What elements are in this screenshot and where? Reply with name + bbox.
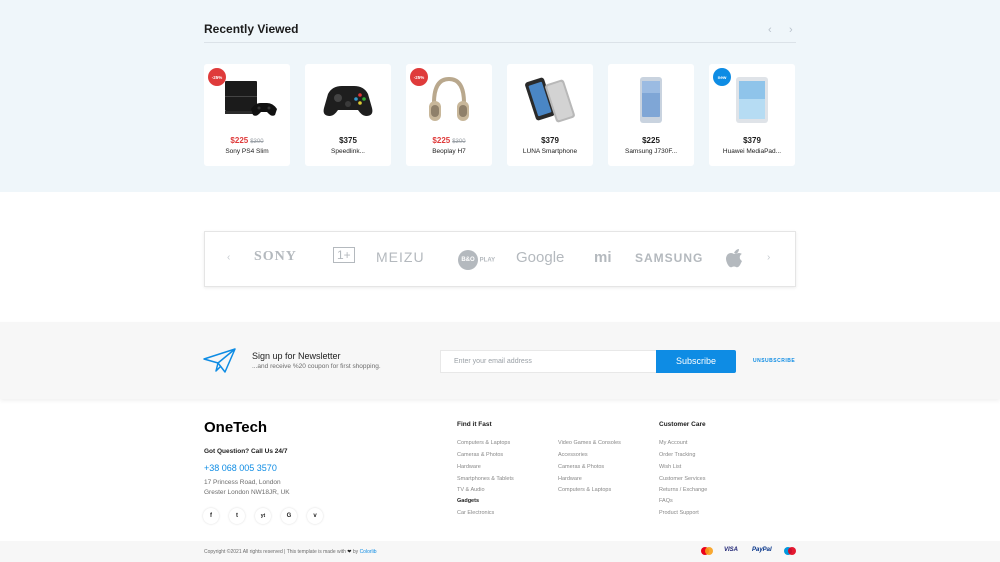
- discount-badge: -25%: [208, 68, 226, 86]
- paypal-icon: PayPal: [752, 547, 772, 553]
- footer-link[interactable]: Computers & Laptops: [457, 440, 510, 446]
- address-line: Grester London NW18JR, UK: [204, 489, 290, 496]
- footer-link[interactable]: Hardware: [457, 464, 481, 470]
- contact-question: Got Question? Call Us 24/7: [204, 448, 288, 455]
- find-it-fast-title: Find it Fast: [457, 421, 492, 428]
- customer-care-title: Customer Care: [659, 421, 706, 428]
- section-title: Recently Viewed: [204, 22, 299, 36]
- copyright-bar: Copyright ©2021 All rights reserved | Th…: [0, 541, 1000, 562]
- discount-badge: -25%: [410, 68, 428, 86]
- prev-arrow-icon[interactable]: ‹: [768, 24, 772, 36]
- newsletter-subtitle: ...and receive %20 coupon for first shop…: [252, 363, 381, 370]
- newsletter-section: Sign up for Newsletter ...and receive %2…: [0, 322, 1000, 399]
- recently-viewed-section: Recently Viewed ‹ › -25% $225 $300 Sony P…: [0, 0, 1000, 192]
- youtube-icon[interactable]: yt: [255, 508, 271, 524]
- paper-plane-icon: [203, 348, 237, 379]
- facebook-icon[interactable]: f: [203, 508, 219, 524]
- product-name[interactable]: Samsung J730F...: [608, 148, 694, 155]
- brand-bo-play[interactable]: B&O PLAY: [458, 250, 495, 270]
- brand-google[interactable]: Google: [516, 249, 564, 266]
- brand-oneplus[interactable]: 1+: [333, 247, 355, 263]
- footer-logo[interactable]: OneTech: [204, 419, 267, 436]
- brand-meizu[interactable]: MEIZU: [376, 249, 425, 265]
- footer-link[interactable]: Returns / Exchange: [659, 487, 707, 493]
- footer-link[interactable]: Cameras & Photos: [457, 452, 503, 458]
- product-price: $225 $300: [432, 136, 466, 145]
- brand-samsung[interactable]: SAMSUNG: [635, 251, 703, 265]
- footer-link[interactable]: Computers & Laptops: [558, 487, 611, 493]
- colorlib-link[interactable]: Colorlib: [360, 549, 377, 555]
- product-card[interactable]: -25% $225 $300 Sony PS4 Slim: [204, 64, 290, 166]
- new-badge: new: [713, 68, 731, 86]
- product-price: $225: [642, 136, 660, 145]
- footer-link[interactable]: Video Games & Consoles: [558, 440, 621, 446]
- product-name[interactable]: Huawei MediaPad...: [709, 148, 795, 155]
- twitter-icon[interactable]: t: [229, 508, 245, 524]
- brands-next-icon[interactable]: ›: [767, 252, 770, 263]
- footer-link[interactable]: My Account: [659, 440, 687, 446]
- product-price: $375: [339, 136, 357, 145]
- mastercard-icon: [700, 546, 714, 558]
- apple-icon[interactable]: [725, 248, 743, 271]
- footer-link[interactable]: FAQs: [659, 498, 673, 504]
- product-name[interactable]: Sony PS4 Slim: [204, 148, 290, 155]
- subscribe-button[interactable]: Subscribe: [656, 350, 736, 373]
- footer-link[interactable]: Gadgets: [457, 498, 479, 504]
- google-icon[interactable]: G: [281, 508, 297, 524]
- product-name[interactable]: LUNA Smartphone: [507, 148, 593, 155]
- old-price: $300: [452, 139, 466, 145]
- smartphone-icon: [517, 70, 583, 130]
- contact-phone[interactable]: +38 068 005 3570: [204, 463, 277, 473]
- address-line: 17 Princess Road, London: [204, 479, 281, 486]
- vimeo-icon[interactable]: v: [307, 508, 323, 524]
- divider: [204, 42, 796, 43]
- email-input[interactable]: Enter your email address: [440, 350, 657, 373]
- maestro-icon: [783, 546, 797, 558]
- brand-sony[interactable]: SONY: [254, 249, 297, 265]
- footer-link[interactable]: Product Support: [659, 510, 699, 516]
- product-price: $379: [743, 136, 761, 145]
- brands-carousel: ‹ SONY 1+ MEIZU B&O PLAY Google mi SAMSU…: [204, 231, 796, 287]
- brands-prev-icon[interactable]: ‹: [227, 252, 230, 263]
- product-card[interactable]: $375 Speedlink...: [305, 64, 391, 166]
- footer-link[interactable]: Wish List: [659, 464, 681, 470]
- footer-link[interactable]: TV & Audio: [457, 487, 485, 493]
- product-card[interactable]: new $379 Huawei MediaPad...: [709, 64, 795, 166]
- footer-link[interactable]: Accessories: [558, 452, 588, 458]
- footer-link[interactable]: Order Tracking: [659, 452, 695, 458]
- product-price: $379: [541, 136, 559, 145]
- newsletter-title: Sign up for Newsletter: [252, 351, 341, 361]
- product-name[interactable]: Beoplay H7: [406, 148, 492, 155]
- brand-mi[interactable]: mi: [594, 249, 612, 266]
- product-price: $225 $300: [230, 136, 264, 145]
- footer-link[interactable]: Customer Services: [659, 476, 705, 482]
- next-arrow-icon[interactable]: ›: [789, 24, 793, 36]
- product-card[interactable]: $225 Samsung J730F...: [608, 64, 694, 166]
- footer-link[interactable]: Hardware: [558, 476, 582, 482]
- footer-link[interactable]: Cameras & Photos: [558, 464, 604, 470]
- product-card[interactable]: -25% $225 $300 Beoplay H7: [406, 64, 492, 166]
- gamepad-icon: [315, 70, 381, 130]
- heart-icon: ❤: [347, 549, 352, 555]
- unsubscribe-link[interactable]: UNSUBSCRIBE: [753, 358, 795, 364]
- old-price: $300: [250, 139, 264, 145]
- phone-icon: [618, 70, 684, 130]
- product-name[interactable]: Speedlink...: [305, 148, 391, 155]
- copyright-text: Copyright ©2021 All rights reserved | Th…: [204, 549, 377, 555]
- product-card[interactable]: $379 LUNA Smartphone: [507, 64, 593, 166]
- visa-icon: VISA: [724, 547, 739, 553]
- footer-link[interactable]: Smartphones & Tablets: [457, 476, 514, 482]
- footer-link[interactable]: Car Electronics: [457, 510, 494, 516]
